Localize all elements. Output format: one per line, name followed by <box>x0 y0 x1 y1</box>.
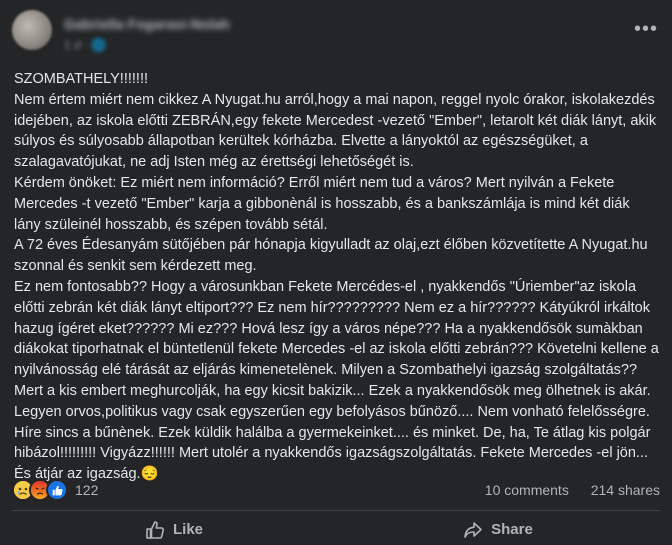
like-button[interactable]: Like <box>12 514 336 545</box>
shares-count[interactable]: 214 shares <box>591 482 660 498</box>
comments-count[interactable]: 10 comments <box>485 482 569 498</box>
post-stats: 122 10 comments 214 shares <box>12 479 660 502</box>
reaction-count: 122 <box>75 482 99 498</box>
share-icon <box>464 521 482 538</box>
share-button[interactable]: Share <box>336 514 660 545</box>
reactions-summary[interactable]: 122 <box>12 479 99 501</box>
divider <box>12 510 660 511</box>
like-icon <box>146 520 165 539</box>
more-options-icon[interactable]: ••• <box>634 19 658 39</box>
post-actions: Like Share <box>12 514 660 545</box>
like-reaction-icon <box>46 479 68 501</box>
author-name[interactable]: Gabriella Fogarasi-Nolah <box>64 16 230 32</box>
engagement-stats: 10 comments 214 shares <box>485 482 660 498</box>
post-header: Gabriella Fogarasi-Nolah 1 d · 🌐 ••• <box>12 10 660 60</box>
post-meta[interactable]: 1 d · 🌐 <box>64 38 106 52</box>
post-text: SZOMBATHELY!!!!!!! Nem értem miért nem c… <box>14 71 659 483</box>
like-label: Like <box>172 521 203 538</box>
share-label: Share <box>491 521 533 538</box>
avatar[interactable] <box>12 10 52 50</box>
